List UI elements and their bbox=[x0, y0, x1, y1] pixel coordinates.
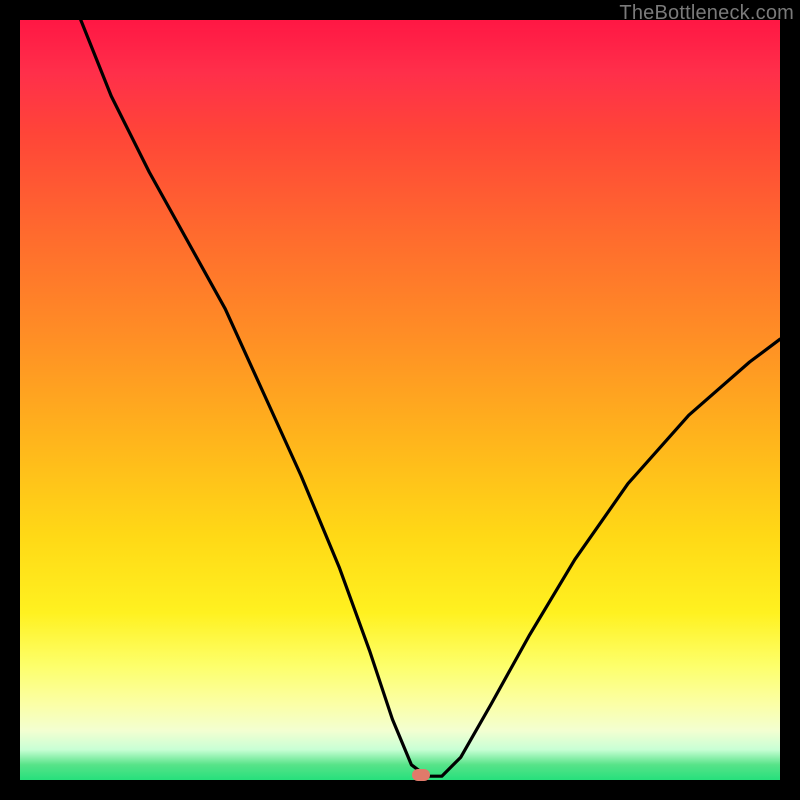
stage: TheBottleneck.com bbox=[0, 0, 800, 800]
optimal-point-marker bbox=[412, 769, 430, 781]
bottleneck-curve bbox=[20, 20, 780, 780]
bottleneck-heat-plot bbox=[20, 20, 780, 780]
